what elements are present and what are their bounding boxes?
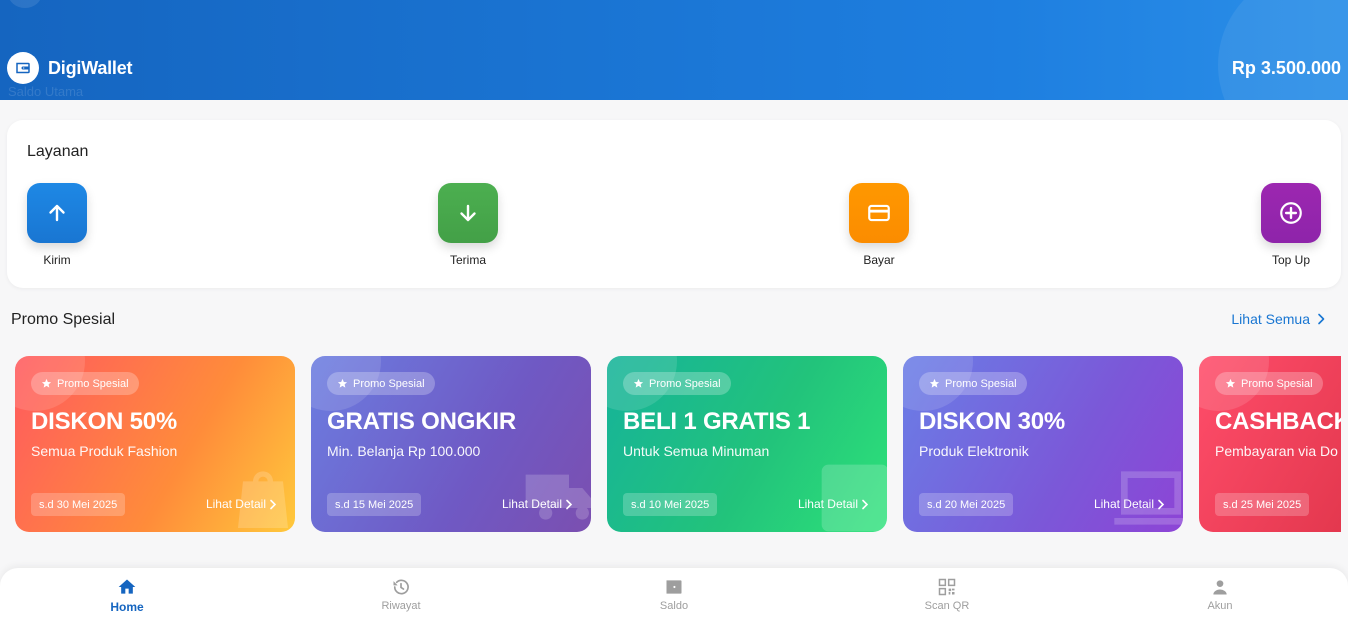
laptop-icon [1114,471,1183,525]
balance-amount: Rp 3.500.000 [1231,58,1341,78]
services-title: Layanan [27,143,89,160]
wallet-logo-icon [7,52,39,84]
header-decoration [8,0,42,8]
brand: DigiWallet [7,52,133,84]
nav-item-wallet[interactable]: Saldo [634,577,714,612]
star-icon [929,378,940,388]
promo-badge: Promo Spesial [623,372,731,395]
nav-label-home: Home [110,600,144,614]
promo-detail-link[interactable]: Lihat Detail [206,497,277,511]
promo-badge-label: Promo Spesial [649,377,721,390]
chevron-right-icon [270,499,277,509]
drink-icon [821,464,887,532]
nav-item-account[interactable]: Akun [1180,577,1260,612]
plus-circle-icon [1261,183,1321,243]
services-card: Layanan Kirim Terima Bayar Top Up [7,120,1341,288]
nav-label-account: Akun [1207,600,1233,612]
arrow-down-icon [438,183,498,243]
promo-card[interactable]: Promo Spesial DISKON 50% Semua Produk Fa… [15,356,295,532]
promo-badge-label: Promo Spesial [353,377,425,390]
promo-headline: DISKON 50% [31,408,178,435]
promo-valid-until: s.d 10 Mei 2025 [623,493,718,516]
promo-detail-link[interactable]: Lihat Detail [1094,497,1165,511]
wallet-icon [666,580,682,594]
pay-label: Bayar [863,253,895,267]
promo-detail-label: Lihat Detail [501,497,562,511]
topup-label: Top Up [1271,253,1311,267]
pay-button[interactable]: Bayar [849,183,909,267]
promo-detail-label: Lihat Detail [205,497,266,511]
promo-subtitle: Min. Belanja Rp 100.000 [327,443,481,459]
promo-subtitle: Untuk Semua Minuman [623,443,770,459]
promo-headline: GRATIS ONGKIR [327,408,516,435]
promo-badge: Promo Spesial [31,372,139,395]
nav-item-home[interactable]: Home [87,577,167,614]
nav-label-history: Riwayat [381,600,421,612]
send-button[interactable]: Kirim [27,183,87,267]
shopping-bag-icon [238,471,288,528]
promo-card[interactable]: Promo Spesial CASHBACK 2 Pembayaran via … [1199,356,1341,532]
promo-headline: CASHBACK 2 [1215,408,1341,435]
chevron-right-icon [566,499,573,509]
promo-badge-label: Promo Spesial [1241,377,1313,390]
chevron-right-icon [862,499,869,509]
star-icon [1225,378,1236,388]
qr-scan-icon [938,578,956,596]
promo-badge-label: Promo Spesial [57,377,129,390]
nav-label-wallet: Saldo [659,600,689,612]
history-icon [393,579,409,595]
promo-card[interactable]: Promo Spesial DISKON 30% Produk Elektron… [903,356,1183,532]
star-icon [633,378,644,388]
header-decoration [1218,0,1348,100]
balance-label: Saldo Utama [8,84,84,99]
promo-detail-label: Lihat Detail [797,497,858,511]
promo-badge: Promo Spesial [327,372,435,395]
chevron-right-icon [1158,499,1165,509]
promo-card[interactable]: Promo Spesial BELI 1 GRATIS 1 Untuk Semu… [607,356,887,532]
send-label: Kirim [43,253,71,267]
promo-subtitle: Semua Produk Fashion [31,443,178,459]
receive-label: Terima [449,253,486,267]
person-icon [1213,580,1227,595]
see-all-link[interactable]: Lihat Semua [1231,311,1326,327]
topup-button[interactable]: Top Up [1261,183,1321,267]
promo-valid-until: s.d 30 Mei 2025 [31,493,126,516]
promo-carousel[interactable]: Promo Spesial DISKON 50% Semua Produk Fa… [15,356,1341,532]
promo-badge: Promo Spesial [919,372,1027,395]
promo-badge-label: Promo Spesial [945,377,1017,390]
see-all-label: Lihat Semua [1231,311,1310,327]
home-icon [118,579,136,594]
promo-detail-link[interactable]: Lihat Detail [502,497,573,511]
promo-subtitle: Produk Elektronik [919,443,1029,459]
promo-subtitle: Pembayaran via Do [1215,443,1338,459]
nav-label-scan-qr: Scan QR [924,600,970,612]
promo-valid-until: s.d 25 Mei 2025 [1215,493,1310,516]
promo-detail-link[interactable]: Lihat Detail [798,497,869,511]
chevron-right-icon [1318,313,1325,325]
promo-section-title: Promo Spesial [11,311,116,328]
app-name: DigiWallet [48,57,133,78]
card-icon [849,183,909,243]
arrow-up-icon [27,183,87,243]
promo-headline: BELI 1 GRATIS 1 [623,408,811,435]
promo-badge: Promo Spesial [1215,372,1323,395]
promo-valid-until: s.d 15 Mei 2025 [327,493,422,516]
truck-icon [525,474,591,520]
promo-detail-label: Lihat Detail [1093,497,1154,511]
promo-valid-until: s.d 20 Mei 2025 [919,493,1014,516]
nav-item-scan-qr[interactable]: Scan QR [907,577,987,612]
nav-item-history[interactable]: Riwayat [361,577,441,612]
star-icon [337,378,348,388]
app-header: Saldo Utama DigiWallet Rp 3.500.000 [0,0,1348,100]
receive-button[interactable]: Terima [438,183,498,267]
promo-headline: DISKON 30% [919,408,1066,435]
bottom-navigation: Home Riwayat Saldo Scan QR Akun [0,568,1348,621]
promo-card[interactable]: Promo Spesial GRATIS ONGKIR Min. Belanja… [311,356,591,532]
star-icon [41,378,52,388]
